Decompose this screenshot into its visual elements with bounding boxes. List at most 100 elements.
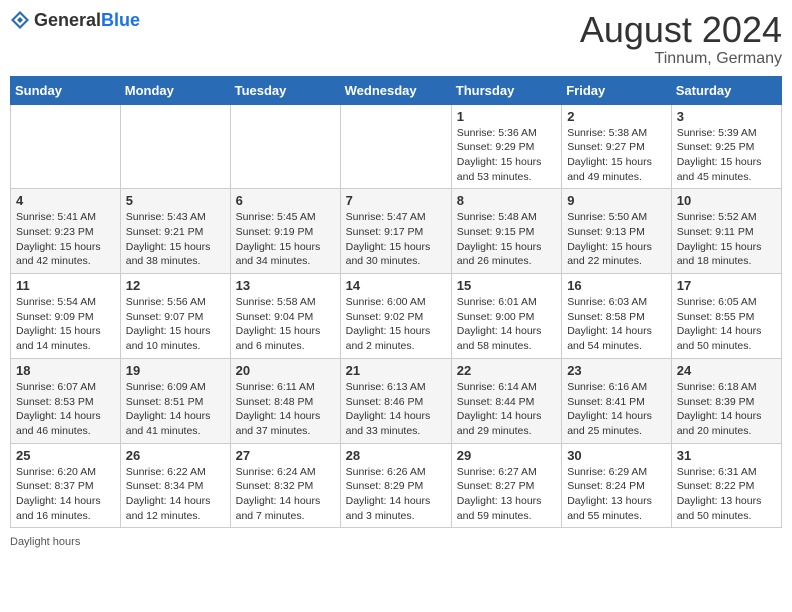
day-info: Sunrise: 5:56 AM Sunset: 9:07 PM Dayligh… [126,295,225,354]
day-info: Sunrise: 6:16 AM Sunset: 8:41 PM Dayligh… [567,380,666,439]
calendar-cell: 4 Sunrise: 5:41 AM Sunset: 9:23 PM Daylig… [11,189,121,274]
calendar-cell: 20 Sunrise: 6:11 AM Sunset: 8:48 PM Dayli… [230,358,340,443]
calendar-cell: 7 Sunrise: 5:47 AM Sunset: 9:17 PM Daylig… [340,189,451,274]
day-number: 19 [126,363,225,378]
calendar-cell: 30 Sunrise: 6:29 AM Sunset: 8:24 PM Dayli… [562,443,672,528]
day-info: Sunrise: 6:07 AM Sunset: 8:53 PM Dayligh… [16,380,115,439]
day-info: Sunrise: 6:14 AM Sunset: 8:44 PM Dayligh… [457,380,556,439]
day-number: 13 [236,278,335,293]
calendar-cell: 28 Sunrise: 6:26 AM Sunset: 8:29 PM Dayli… [340,443,451,528]
calendar-cell: 26Sunrise: 6:22 AM Sunset: 8:34 PM Dayli… [120,443,230,528]
calendar-week-row: 25 Sunrise: 6:20 AM Sunset: 8:37 PM Dayli… [11,443,782,528]
day-number: 30 [567,448,666,463]
weekday-header-monday: Monday [120,76,230,104]
calendar-cell [230,104,340,189]
calendar-cell: 24 Sunrise: 6:18 AM Sunset: 8:39 PM Dayli… [671,358,781,443]
calendar-week-row: 1 Sunrise: 5:36 AM Sunset: 9:29 PM Daylig… [11,104,782,189]
day-number: 12 [126,278,225,293]
logo-general-text: General [34,11,101,29]
calendar-cell [11,104,121,189]
calendar-cell: 12 Sunrise: 5:56 AM Sunset: 9:07 PM Dayli… [120,274,230,359]
day-info: Sunrise: 6:18 AM Sunset: 8:39 PM Dayligh… [677,380,776,439]
logo-icon [10,10,30,30]
weekday-header-thursday: Thursday [451,76,561,104]
day-number: 27 [236,448,335,463]
day-number: 8 [457,193,556,208]
calendar-cell: 9Sunrise: 5:50 AM Sunset: 9:13 PM Daylig… [562,189,672,274]
calendar-cell [340,104,451,189]
day-info: Sunrise: 6:01 AM Sunset: 9:00 PM Dayligh… [457,295,556,354]
weekday-header-friday: Friday [562,76,672,104]
logo-blue-text: Blue [101,11,140,29]
day-number: 7 [346,193,446,208]
logo: General Blue [10,10,140,30]
day-number: 10 [677,193,776,208]
day-number: 1 [457,109,556,124]
day-info: Sunrise: 6:27 AM Sunset: 8:27 PM Dayligh… [457,465,556,524]
day-info: Sunrise: 5:47 AM Sunset: 9:17 PM Dayligh… [346,210,446,269]
day-number: 2 [567,109,666,124]
location-title: Tinnum, Germany [580,50,782,68]
calendar-cell: 22 Sunrise: 6:14 AM Sunset: 8:44 PM Dayli… [451,358,561,443]
day-info: Sunrise: 5:43 AM Sunset: 9:21 PM Dayligh… [126,210,225,269]
day-info: Sunrise: 6:24 AM Sunset: 8:32 PM Dayligh… [236,465,335,524]
day-number: 20 [236,363,335,378]
calendar-cell: 21Sunrise: 6:13 AM Sunset: 8:46 PM Dayli… [340,358,451,443]
calendar-week-row: 11 Sunrise: 5:54 AM Sunset: 9:09 PM Dayli… [11,274,782,359]
day-info: Sunrise: 6:00 AM Sunset: 9:02 PM Dayligh… [346,295,446,354]
calendar-cell: 14 Sunrise: 6:00 AM Sunset: 9:02 PM Dayli… [340,274,451,359]
day-info: Sunrise: 5:38 AM Sunset: 9:27 PM Dayligh… [567,126,666,185]
day-number: 11 [16,278,115,293]
calendar-cell: 23Sunrise: 6:16 AM Sunset: 8:41 PM Dayli… [562,358,672,443]
day-number: 21 [346,363,446,378]
day-info: Sunrise: 5:45 AM Sunset: 9:19 PM Dayligh… [236,210,335,269]
daylight-hours-label: Daylight hours [10,536,80,548]
weekday-header-tuesday: Tuesday [230,76,340,104]
day-info: Sunrise: 6:20 AM Sunset: 8:37 PM Dayligh… [16,465,115,524]
day-number: 15 [457,278,556,293]
day-number: 31 [677,448,776,463]
calendar-cell: 17Sunrise: 6:05 AM Sunset: 8:55 PM Dayli… [671,274,781,359]
calendar-week-row: 4 Sunrise: 5:41 AM Sunset: 9:23 PM Daylig… [11,189,782,274]
month-title: August 2024 [580,10,782,50]
calendar-cell: 11 Sunrise: 5:54 AM Sunset: 9:09 PM Dayli… [11,274,121,359]
calendar-cell: 18 Sunrise: 6:07 AM Sunset: 8:53 PM Dayli… [11,358,121,443]
day-info: Sunrise: 6:29 AM Sunset: 8:24 PM Dayligh… [567,465,666,524]
day-number: 18 [16,363,115,378]
calendar-cell: 13Sunrise: 5:58 AM Sunset: 9:04 PM Dayli… [230,274,340,359]
day-number: 29 [457,448,556,463]
day-number: 24 [677,363,776,378]
day-info: Sunrise: 6:09 AM Sunset: 8:51 PM Dayligh… [126,380,225,439]
page-header: General Blue August 2024 Tinnum, Germany [10,10,782,68]
day-info: Sunrise: 5:39 AM Sunset: 9:25 PM Dayligh… [677,126,776,185]
day-info: Sunrise: 5:48 AM Sunset: 9:15 PM Dayligh… [457,210,556,269]
day-number: 22 [457,363,556,378]
day-info: Sunrise: 5:52 AM Sunset: 9:11 PM Dayligh… [677,210,776,269]
calendar-cell: 1 Sunrise: 5:36 AM Sunset: 9:29 PM Daylig… [451,104,561,189]
calendar-cell: 2 Sunrise: 5:38 AM Sunset: 9:27 PM Daylig… [562,104,672,189]
day-info: Sunrise: 6:26 AM Sunset: 8:29 PM Dayligh… [346,465,446,524]
day-number: 25 [16,448,115,463]
calendar-cell: 31Sunrise: 6:31 AM Sunset: 8:22 PM Dayli… [671,443,781,528]
calendar-cell: 5 Sunrise: 5:43 AM Sunset: 9:21 PM Daylig… [120,189,230,274]
day-info: Sunrise: 5:41 AM Sunset: 9:23 PM Dayligh… [16,210,115,269]
day-number: 4 [16,193,115,208]
day-number: 28 [346,448,446,463]
day-number: 5 [126,193,225,208]
calendar-cell: 8 Sunrise: 5:48 AM Sunset: 9:15 PM Daylig… [451,189,561,274]
day-number: 9 [567,193,666,208]
calendar-cell: 25 Sunrise: 6:20 AM Sunset: 8:37 PM Dayli… [11,443,121,528]
calendar-footer: Daylight hours [10,536,782,548]
day-info: Sunrise: 6:22 AM Sunset: 8:34 PM Dayligh… [126,465,225,524]
calendar-cell [120,104,230,189]
day-number: 14 [346,278,446,293]
day-info: Sunrise: 5:36 AM Sunset: 9:29 PM Dayligh… [457,126,556,185]
calendar-cell: 27 Sunrise: 6:24 AM Sunset: 8:32 PM Dayli… [230,443,340,528]
title-block: August 2024 Tinnum, Germany [580,10,782,68]
day-info: Sunrise: 5:54 AM Sunset: 9:09 PM Dayligh… [16,295,115,354]
calendar-cell: 6Sunrise: 5:45 AM Sunset: 9:19 PM Daylig… [230,189,340,274]
day-number: 16 [567,278,666,293]
calendar-table: SundayMondayTuesdayWednesdayThursdayFrid… [10,76,782,529]
weekday-header-row: SundayMondayTuesdayWednesdayThursdayFrid… [11,76,782,104]
day-info: Sunrise: 6:11 AM Sunset: 8:48 PM Dayligh… [236,380,335,439]
